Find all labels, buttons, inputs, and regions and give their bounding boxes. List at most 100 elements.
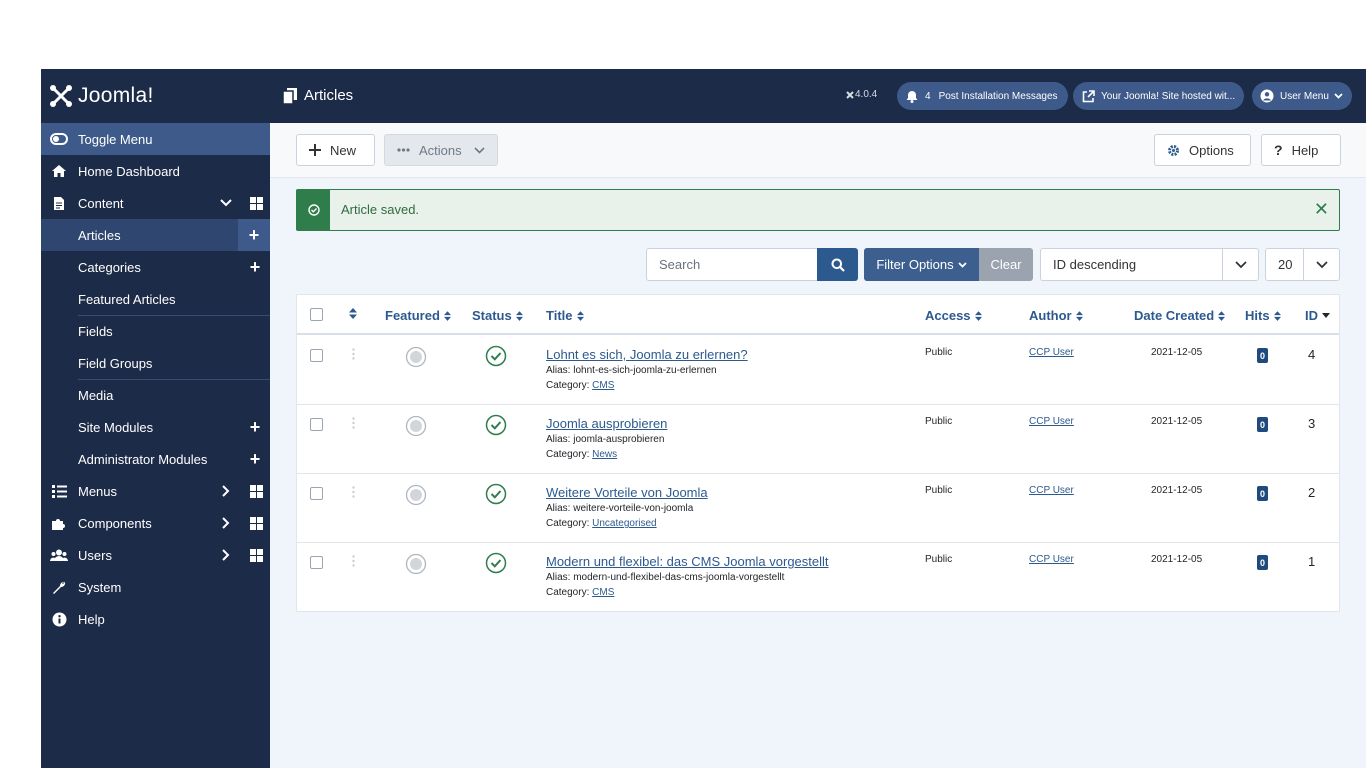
dashboard-grid-icon[interactable] bbox=[248, 195, 264, 211]
id-value: 2 bbox=[1308, 485, 1316, 500]
close-icon[interactable]: ✕ bbox=[1314, 199, 1329, 220]
published-check-icon[interactable] bbox=[485, 414, 507, 441]
page-title: Articles bbox=[283, 87, 353, 104]
published-check-icon[interactable] bbox=[485, 483, 507, 510]
featured-toggle-icon[interactable] bbox=[405, 346, 427, 373]
article-title-link[interactable]: Joomla ausprobieren bbox=[546, 416, 667, 431]
search-button[interactable] bbox=[817, 248, 858, 281]
author-link[interactable]: CCP User bbox=[1029, 554, 1074, 565]
sidebar-item-fields[interactable]: Fields bbox=[41, 315, 270, 347]
copy-icon bbox=[283, 87, 297, 104]
dashboard-grid-icon[interactable] bbox=[248, 515, 264, 531]
row-checkbox[interactable] bbox=[310, 556, 323, 569]
drag-handle-icon[interactable] bbox=[352, 485, 355, 503]
category-link[interactable]: News bbox=[592, 449, 617, 460]
column-date-created[interactable]: Date Created bbox=[1134, 308, 1226, 323]
sidebar-item-categories[interactable]: Categories + bbox=[41, 251, 270, 283]
sidebar-item-site-modules[interactable]: Site Modules + bbox=[41, 411, 270, 443]
top-header: Articles 4.0.4 4 Post Installation Messa… bbox=[270, 69, 1366, 123]
users-icon bbox=[50, 547, 68, 563]
drag-handle-icon[interactable] bbox=[352, 347, 355, 365]
add-admin-module-icon[interactable]: + bbox=[246, 450, 264, 468]
article-title-cell: Lohnt es sich, Joomla zu erlernen? Alias… bbox=[546, 347, 748, 391]
column-hits[interactable]: Hits bbox=[1245, 308, 1281, 323]
file-icon bbox=[50, 195, 68, 211]
articles-table: Featured Status Title Access Author Date… bbox=[296, 294, 1340, 612]
sidebar-item-menus[interactable]: Menus bbox=[41, 475, 270, 507]
add-site-module-icon[interactable]: + bbox=[246, 418, 264, 436]
article-title-link[interactable]: Lohnt es sich, Joomla zu erlernen? bbox=[546, 347, 748, 362]
category-link[interactable]: CMS bbox=[592, 587, 614, 598]
search-input[interactable] bbox=[646, 248, 818, 281]
help-button[interactable]: ? Help bbox=[1261, 134, 1341, 166]
table-row: Weitere Vorteile von Joomla Alias: weite… bbox=[297, 474, 1339, 543]
sidebar-item-articles[interactable]: Articles + bbox=[41, 219, 270, 251]
published-check-icon[interactable] bbox=[485, 345, 507, 372]
featured-toggle-icon[interactable] bbox=[405, 553, 427, 580]
list-icon bbox=[50, 483, 68, 499]
add-category-icon[interactable]: + bbox=[246, 258, 264, 276]
options-button[interactable]: Options bbox=[1154, 134, 1251, 166]
sidebar-item-home-dashboard[interactable]: Home Dashboard bbox=[41, 155, 270, 187]
category-link[interactable]: CMS bbox=[592, 380, 614, 391]
sidebar-item-system[interactable]: System bbox=[41, 571, 270, 603]
filter-options-button[interactable]: Filter Options bbox=[864, 248, 979, 281]
article-alias: Alias: joomla-ausprobieren bbox=[546, 434, 665, 445]
row-checkbox[interactable] bbox=[310, 487, 323, 500]
date-created-value: 2021-12-05 bbox=[1151, 416, 1203, 427]
toolbar: New Actions Options ? Help bbox=[270, 123, 1366, 178]
dashboard-grid-icon[interactable] bbox=[248, 547, 264, 563]
column-status[interactable]: Status bbox=[472, 308, 523, 323]
actions-button[interactable]: Actions bbox=[384, 134, 498, 166]
column-access[interactable]: Access bbox=[925, 308, 982, 323]
sidebar-item-label: Home Dashboard bbox=[78, 163, 180, 179]
sidebar-item-field-groups[interactable]: Field Groups bbox=[41, 347, 270, 379]
column-author[interactable]: Author bbox=[1029, 308, 1083, 323]
clear-button[interactable]: Clear bbox=[979, 248, 1033, 281]
ordering-select[interactable]: ID descending bbox=[1040, 248, 1259, 281]
success-alert: Article saved. ✕ bbox=[296, 189, 1340, 231]
site-link-label: Your Joomla! Site hosted wit... bbox=[1101, 90, 1236, 102]
category-link[interactable]: Uncategorised bbox=[592, 518, 656, 529]
author-link[interactable]: CCP User bbox=[1029, 347, 1074, 358]
chevron-right-icon[interactable] bbox=[218, 483, 234, 499]
site-link-button[interactable]: Your Joomla! Site hosted wit... bbox=[1073, 82, 1244, 110]
sidebar-item-content[interactable]: Content bbox=[41, 187, 270, 219]
column-title[interactable]: Title bbox=[546, 308, 584, 323]
sidebar-item-media[interactable]: Media bbox=[41, 379, 270, 411]
limit-select[interactable]: 20 bbox=[1265, 248, 1340, 281]
sidebar-item-administrator-modules[interactable]: Administrator Modules + bbox=[41, 443, 270, 475]
add-article-icon[interactable]: + bbox=[238, 219, 270, 251]
featured-toggle-icon[interactable] bbox=[405, 415, 427, 442]
sidebar-item-help[interactable]: Help bbox=[41, 603, 270, 635]
joomla-logo[interactable]: Joomla! bbox=[41, 69, 270, 123]
drag-handle-icon[interactable] bbox=[352, 554, 355, 572]
column-featured[interactable]: Featured bbox=[385, 308, 451, 323]
featured-toggle-icon[interactable] bbox=[405, 484, 427, 511]
select-all-checkbox[interactable] bbox=[310, 308, 323, 321]
row-checkbox[interactable] bbox=[310, 349, 323, 362]
article-title-link[interactable]: Weitere Vorteile von Joomla bbox=[546, 485, 708, 500]
version-text: 4.0.4 bbox=[855, 89, 878, 100]
hits-badge: 0 bbox=[1257, 348, 1268, 363]
sidebar-item-users[interactable]: Users bbox=[41, 539, 270, 571]
chevron-down-icon[interactable] bbox=[218, 195, 234, 211]
drag-handle-icon[interactable] bbox=[352, 416, 355, 434]
row-checkbox[interactable] bbox=[310, 418, 323, 431]
dashboard-grid-icon[interactable] bbox=[248, 483, 264, 499]
chevron-right-icon[interactable] bbox=[218, 547, 234, 563]
toggle-menu[interactable]: Toggle Menu bbox=[41, 123, 270, 155]
sidebar-item-components[interactable]: Components bbox=[41, 507, 270, 539]
user-menu-button[interactable]: User Menu bbox=[1252, 82, 1352, 110]
post-installation-messages-button[interactable]: 4 Post Installation Messages bbox=[897, 82, 1068, 110]
column-id[interactable]: ID bbox=[1305, 308, 1330, 323]
sidebar-item-featured-articles[interactable]: Featured Articles bbox=[41, 283, 270, 315]
published-check-icon[interactable] bbox=[485, 552, 507, 579]
author-link[interactable]: CCP User bbox=[1029, 485, 1074, 496]
ordering-sort-icon[interactable] bbox=[349, 308, 357, 319]
column-label: Date Created bbox=[1134, 308, 1215, 323]
author-link[interactable]: CCP User bbox=[1029, 416, 1074, 427]
new-button[interactable]: New bbox=[296, 134, 375, 166]
chevron-right-icon[interactable] bbox=[218, 515, 234, 531]
article-title-link[interactable]: Modern und flexibel: das CMS Joomla vorg… bbox=[546, 554, 829, 569]
